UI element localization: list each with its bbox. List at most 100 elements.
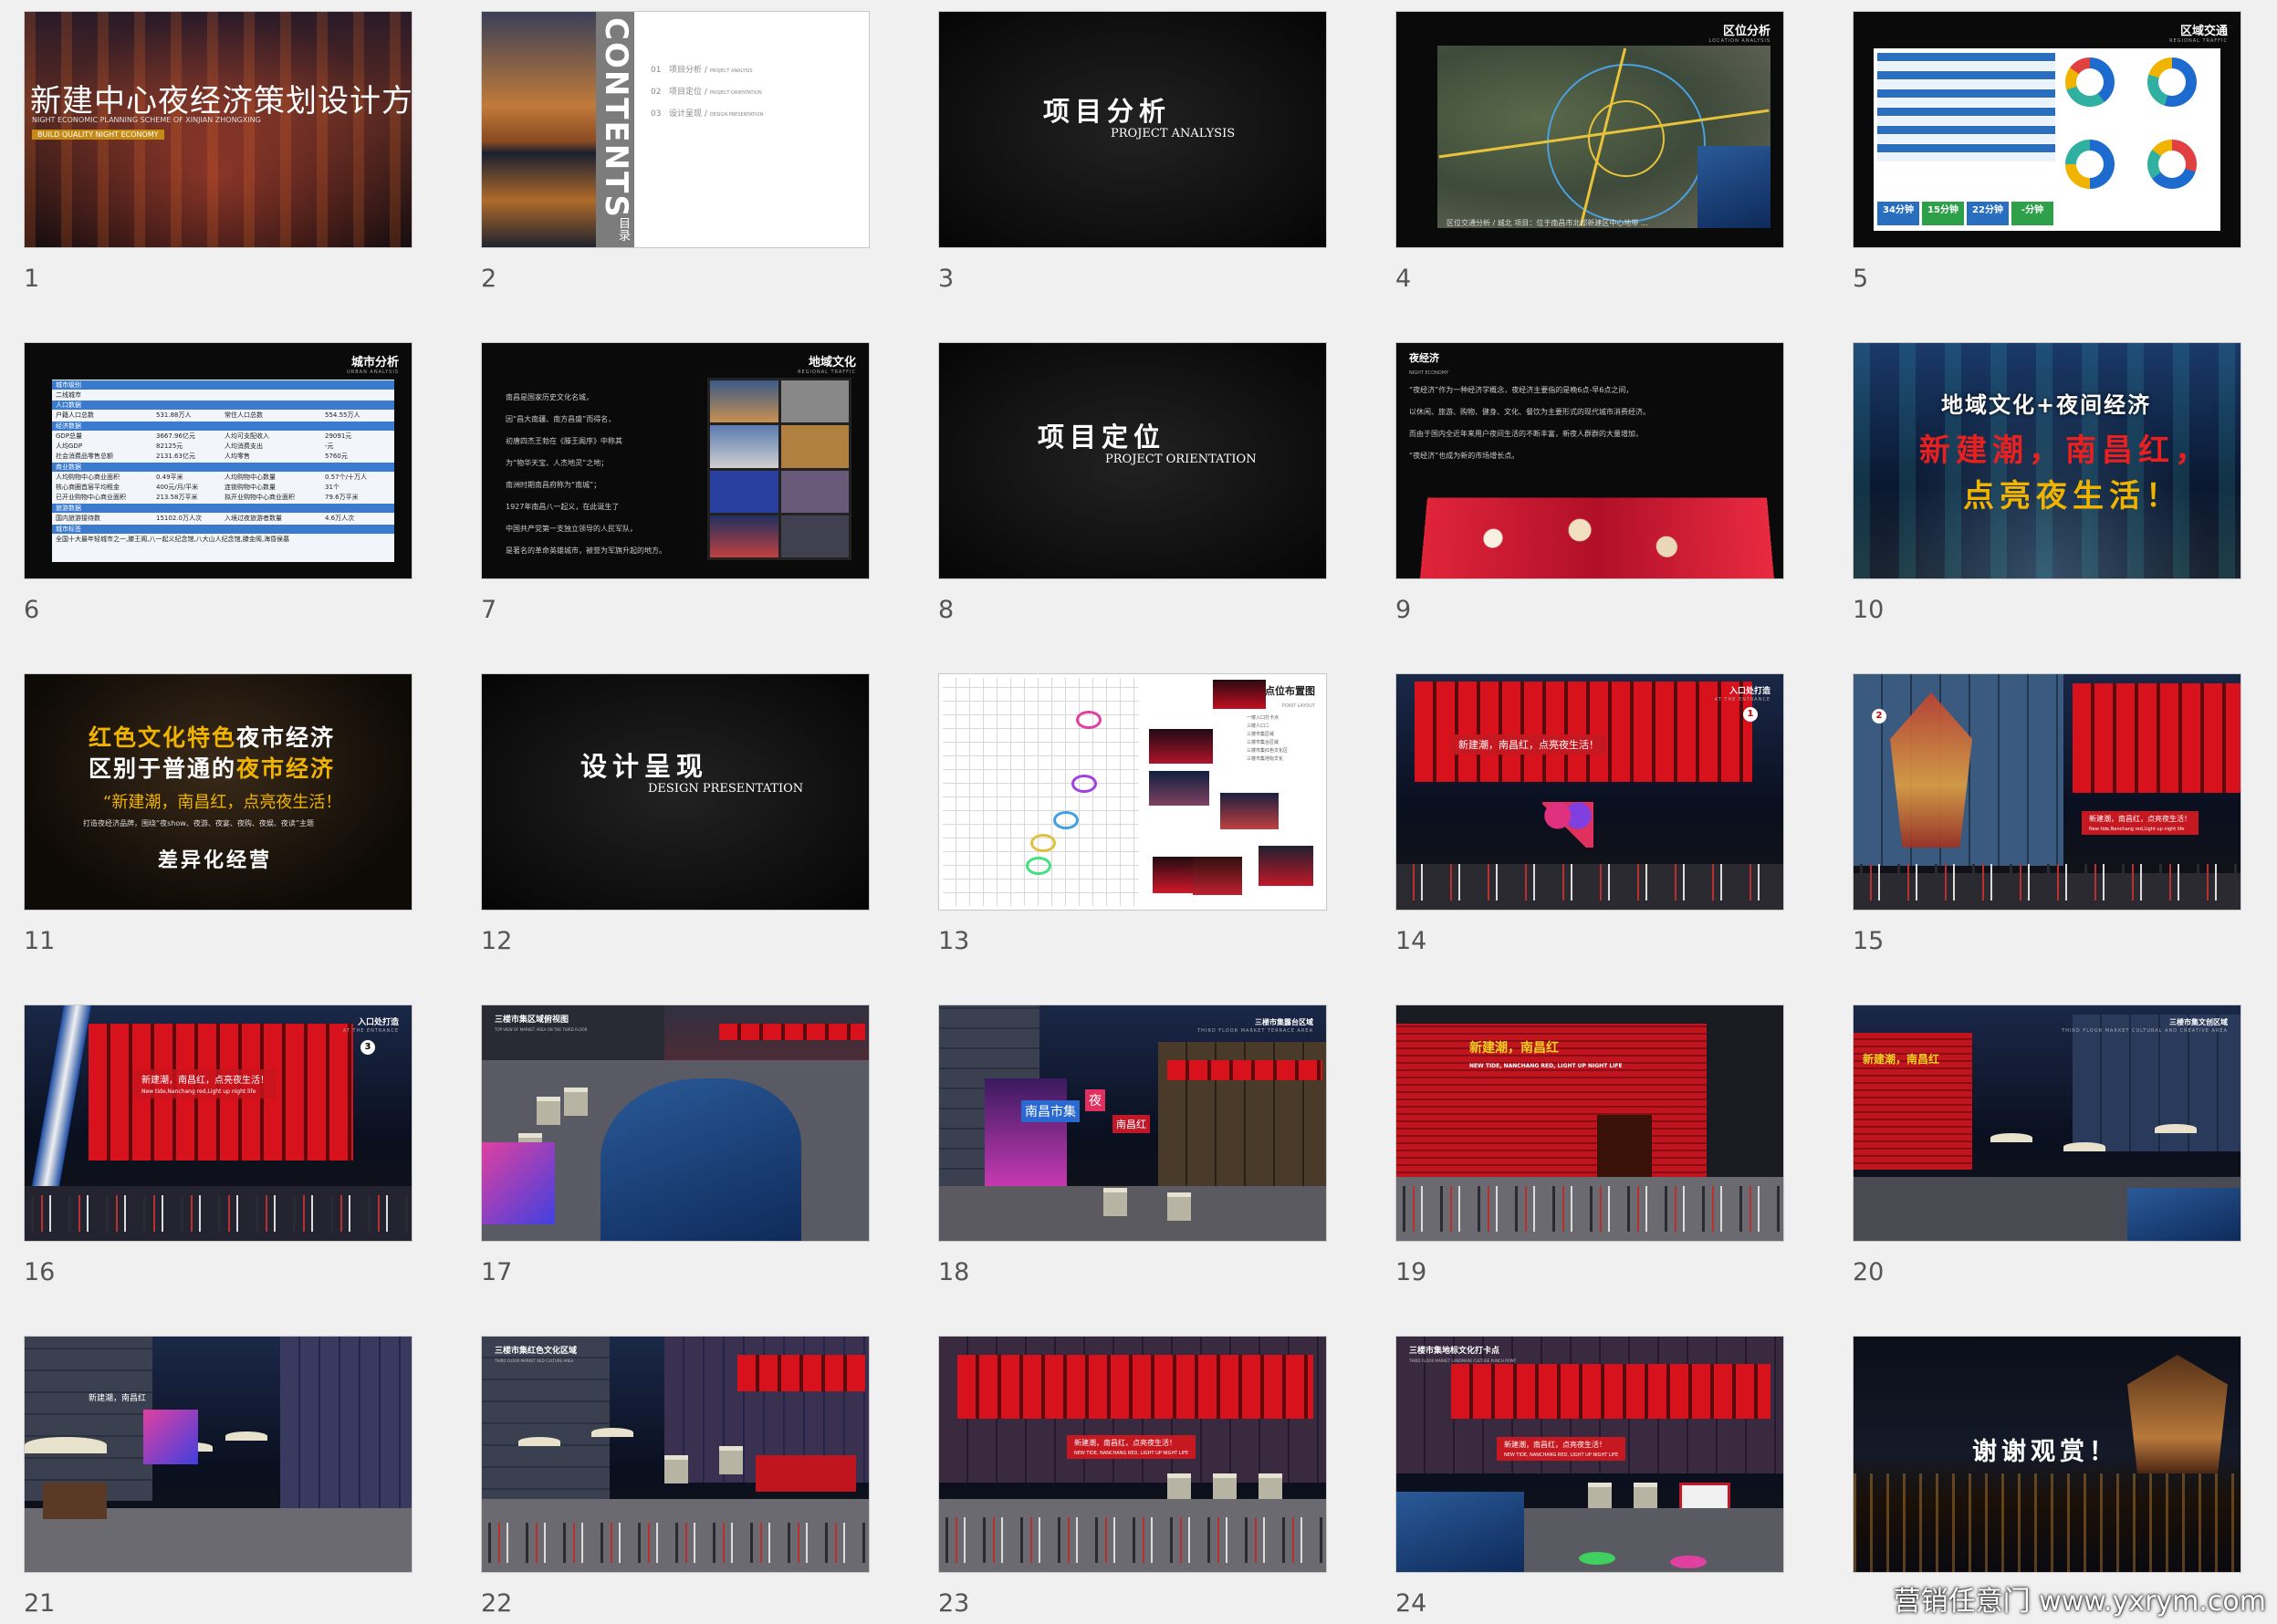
slide-thumbnail-14[interactable]: 新建潮，南昌红，点亮夜生活！ 入口处打造 AT THE ENTRANCE 1: [1395, 673, 1784, 911]
building-right: [280, 1337, 412, 1510]
slide-thumbnail-18[interactable]: 南昌市集 夜 南昌红 三楼市集露台区域 THIRD FLOOR MARKET TE…: [938, 1005, 1327, 1242]
slide-thumbnail-17[interactable]: 三楼市集区域俯视图 TOP VIEW OF MARKET AREA ON THE …: [481, 1005, 870, 1242]
slide-thumbnail-1[interactable]: 新建中心夜经济策划设计方案 NIGHT ECONOMIC PLANNING SC…: [24, 11, 413, 248]
contents-side-label: 目录: [616, 217, 630, 241]
slide-thumbnail-3[interactable]: 项目分析 PROJECT ANALYSIS: [938, 11, 1327, 248]
headline-1: 红色文化特色夜市经济: [89, 724, 336, 751]
headline-2: 区别于普通的夜市经济: [89, 755, 336, 782]
umbrella: [1990, 1133, 2032, 1142]
slide-header: 三楼市集露台区域 THIRD FLOOR MARKET TERRACE AREA: [1197, 1018, 1313, 1034]
photo-thumb: [1220, 793, 1279, 829]
neon-booth: [482, 1142, 555, 1224]
night-economy-text-3: 而由于国内全近年来用户夜间生活的不断丰富，新夜人群群的大量增加，: [1409, 430, 1643, 438]
photo-thumb: [1193, 857, 1242, 895]
slide-header: 三楼市集文创区域 THIRD FLOOR MARKET CULTURAL AND …: [2062, 1018, 2228, 1034]
slide-number: 11: [24, 927, 56, 955]
section-title-en: PROJECT ORIENTATION: [1105, 453, 1257, 466]
slide-header-left: 夜经济 NIGHT ECONOMY: [1409, 352, 1449, 376]
section-title: 项目定位: [1038, 422, 1166, 453]
slide-thumbnail-19[interactable]: 新建潮，南昌红 NEW TIDE, NANCHANG RED, LIGHT UP …: [1395, 1005, 1784, 1242]
slide-number: 9: [1395, 596, 1412, 624]
slogan-banner: 新建潮，南昌红，点亮夜生活！: [1451, 734, 1606, 755]
photo-thumb: [1213, 680, 1266, 709]
umbrella: [225, 1431, 267, 1441]
slide-thumbnail-6[interactable]: 城市分析 URBAN ANALYSIS 城市级别 二线城市 人口数据 户籍人口总数…: [24, 342, 413, 579]
slide-header: 入口处打造 AT THE ENTRANCE: [342, 1018, 399, 1034]
neon-sign: 新建潮，南昌红: [89, 1394, 147, 1403]
slogan-banner: 新建潮，南昌红，点亮夜生活！ New tide,Nanchang red,Ligh…: [134, 1069, 277, 1098]
headline-1: 地域文化+夜间经济: [1941, 392, 2152, 418]
crowd: [482, 1523, 869, 1563]
slide-header: 区域交通 REGIONAL TRAFFIC: [2169, 25, 2228, 44]
market-stall: [664, 1455, 688, 1483]
section-title: 项目分析: [1043, 96, 1172, 127]
slide-thumbnail-8[interactable]: 项目定位 PROJECT ORIENTATION: [938, 342, 1327, 579]
neon-sign: 夜: [1085, 1089, 1105, 1111]
market-stall: [564, 1088, 588, 1116]
stat-box: 15分钟: [1922, 202, 1964, 225]
slide-thumbnail-10[interactable]: 地域文化+夜间经济 新建潮，南昌红， 点亮夜生活！: [1853, 342, 2241, 579]
slide-thumbnail-15[interactable]: 新建潮，南昌红，点亮夜生活！ New tide,Nanchang red,Ligh…: [1853, 673, 2241, 911]
slide-thumbnail-4[interactable]: 区位分析 LOCATION ANALYSIS 区位交通分析 / 城北 项目：位于南…: [1395, 11, 1784, 248]
slide-header: 点位布置图 POINT LAYOUT: [1265, 685, 1315, 709]
crowd: [939, 1517, 1326, 1563]
slide-thumbnail-20[interactable]: 新建潮，南昌红 三楼市集文创区域 THIRD FLOOR MARKET CULTU…: [1853, 1005, 2241, 1242]
slide-number: 23: [938, 1589, 970, 1618]
culture-text-4: 为“物华天宝、人杰地灵”之地；: [506, 459, 609, 467]
slide-thumbnail-23[interactable]: 新建潮，南昌红，点亮夜生活！ NEW TIDE, NANCHANG RED, LI…: [938, 1336, 1327, 1573]
slogan-banner: 新建潮，南昌红，点亮夜生活！ NEW TIDE, NANCHANG RED, LI…: [1067, 1435, 1196, 1459]
culture-text-6: 1927年南昌八一起义，在此诞生了: [506, 503, 620, 511]
contents-item-1: 01 项目分析 / PROJECT ANALYSIS: [651, 66, 753, 75]
red-lantern-wall: [1415, 682, 1752, 782]
plan-marker: [1076, 711, 1102, 729]
red-booth: [756, 1455, 856, 1492]
slide-thumbnail-16[interactable]: 新建潮，南昌红，点亮夜生活！ New tide,Nanchang red,Ligh…: [24, 1005, 413, 1242]
night-economy-text-1: “夜经济”作为一种经济学概念，夜经济主要指的是晚6点-早6点之间，: [1409, 386, 1634, 394]
slide-thumbnail-9[interactable]: 夜经济 NIGHT ECONOMY “夜经济”作为一种经济学概念，夜经济主要指的是…: [1395, 342, 1784, 579]
red-lantern-wall: [2073, 683, 2240, 793]
slide-number: 4: [1395, 265, 1412, 293]
crowd: [1396, 864, 1783, 900]
slide-thumbnail-2[interactable]: CONTENTS 目录 01 项目分析 / PROJECT ANALYSIS 0…: [481, 11, 870, 248]
building-left: [25, 1337, 152, 1501]
table: [43, 1483, 107, 1519]
culture-text-2: 因“昌大南疆、南方昌盛”而得名，: [506, 415, 616, 423]
slide-thumbnail-12[interactable]: 设计呈现 DESIGN PRESENTATION: [481, 673, 870, 911]
slide-thumbnail-13[interactable]: 点位布置图 POINT LAYOUT 一楼入口打卡点 三楼人口二 三楼市集区域 三楼市集…: [938, 673, 1327, 911]
traffic-panel: 34分钟 15分钟 22分钟 -分钟: [1874, 48, 2220, 231]
culture-text-1: 南昌是国家历史文化名城，: [506, 393, 593, 401]
lantern-row: [719, 1024, 865, 1040]
traffic-table: [1877, 52, 2055, 162]
slide-header: 地域文化 REGIONAL TRAFFIC: [798, 356, 856, 375]
slide-number: 22: [481, 1589, 513, 1618]
umbrella: [25, 1437, 107, 1453]
slide-number: 12: [481, 927, 513, 955]
slide-thumbnail-21[interactable]: 新建潮，南昌红: [24, 1336, 413, 1573]
slide-subtitle: NIGHT ECONOMIC PLANNING SCHEME OF XINJIA…: [32, 116, 261, 124]
pool: [1396, 1492, 1524, 1572]
market-stall: [1103, 1188, 1127, 1216]
market-stall: [1259, 1473, 1282, 1502]
pool: [601, 1078, 801, 1241]
plan-marker: [1026, 857, 1051, 875]
plaza-floor: [1524, 1508, 1783, 1572]
culture-text-8: 是著名的革命英雄城市，被誉为军旗升起的地方。: [506, 547, 666, 555]
slide-number: 2: [481, 265, 497, 293]
red-food-screen: [1419, 497, 1775, 578]
night-economy-text-4: “夜经济”也成为新的市场增长点。: [1409, 452, 1520, 460]
slide-thumbnail-22[interactable]: 三楼市集红色文化区域 THIRD FLOOR MARKET RED CULTURE…: [481, 1336, 870, 1573]
slide-thumbnail-7[interactable]: 地域文化 REGIONAL TRAFFIC 南昌是国家历史文化名城， 因“昌大南疆…: [481, 342, 870, 579]
slide-thumbnail-25[interactable]: 谢谢观赏！ 25: [1853, 1336, 2241, 1573]
slide-number: 1: [24, 265, 40, 293]
slide-header-left: 三楼市集地标文化打卡点 THIRD FLOOR MARKET LANDMARK C…: [1409, 1347, 1517, 1363]
photo-thumb: [1149, 771, 1209, 806]
doorway: [1597, 1115, 1652, 1179]
slide-thumbnail-5[interactable]: 区域交通 REGIONAL TRAFFIC 34分钟 15分钟 22分钟 -分钟: [1853, 11, 2241, 248]
slogan-banner: 新建潮，南昌红，点亮夜生活！ New tide,Nanchang red,Ligh…: [2082, 811, 2199, 835]
slide-thumbnail-11[interactable]: 红色文化特色夜市经济 区别于普通的夜市经济 “新建潮，南昌红，点亮夜生活！ 打造…: [24, 673, 413, 911]
donut-chart: [2065, 57, 2115, 107]
slide-thumbnail-24[interactable]: 新建潮，南昌红，点亮夜生活！ NEW TIDE, NANCHANG RED, LI…: [1395, 1336, 1784, 1573]
donut-chart: [2147, 140, 2197, 189]
red-lantern-wall: [1451, 1364, 1770, 1419]
stat-box: -分钟: [2011, 202, 2053, 225]
